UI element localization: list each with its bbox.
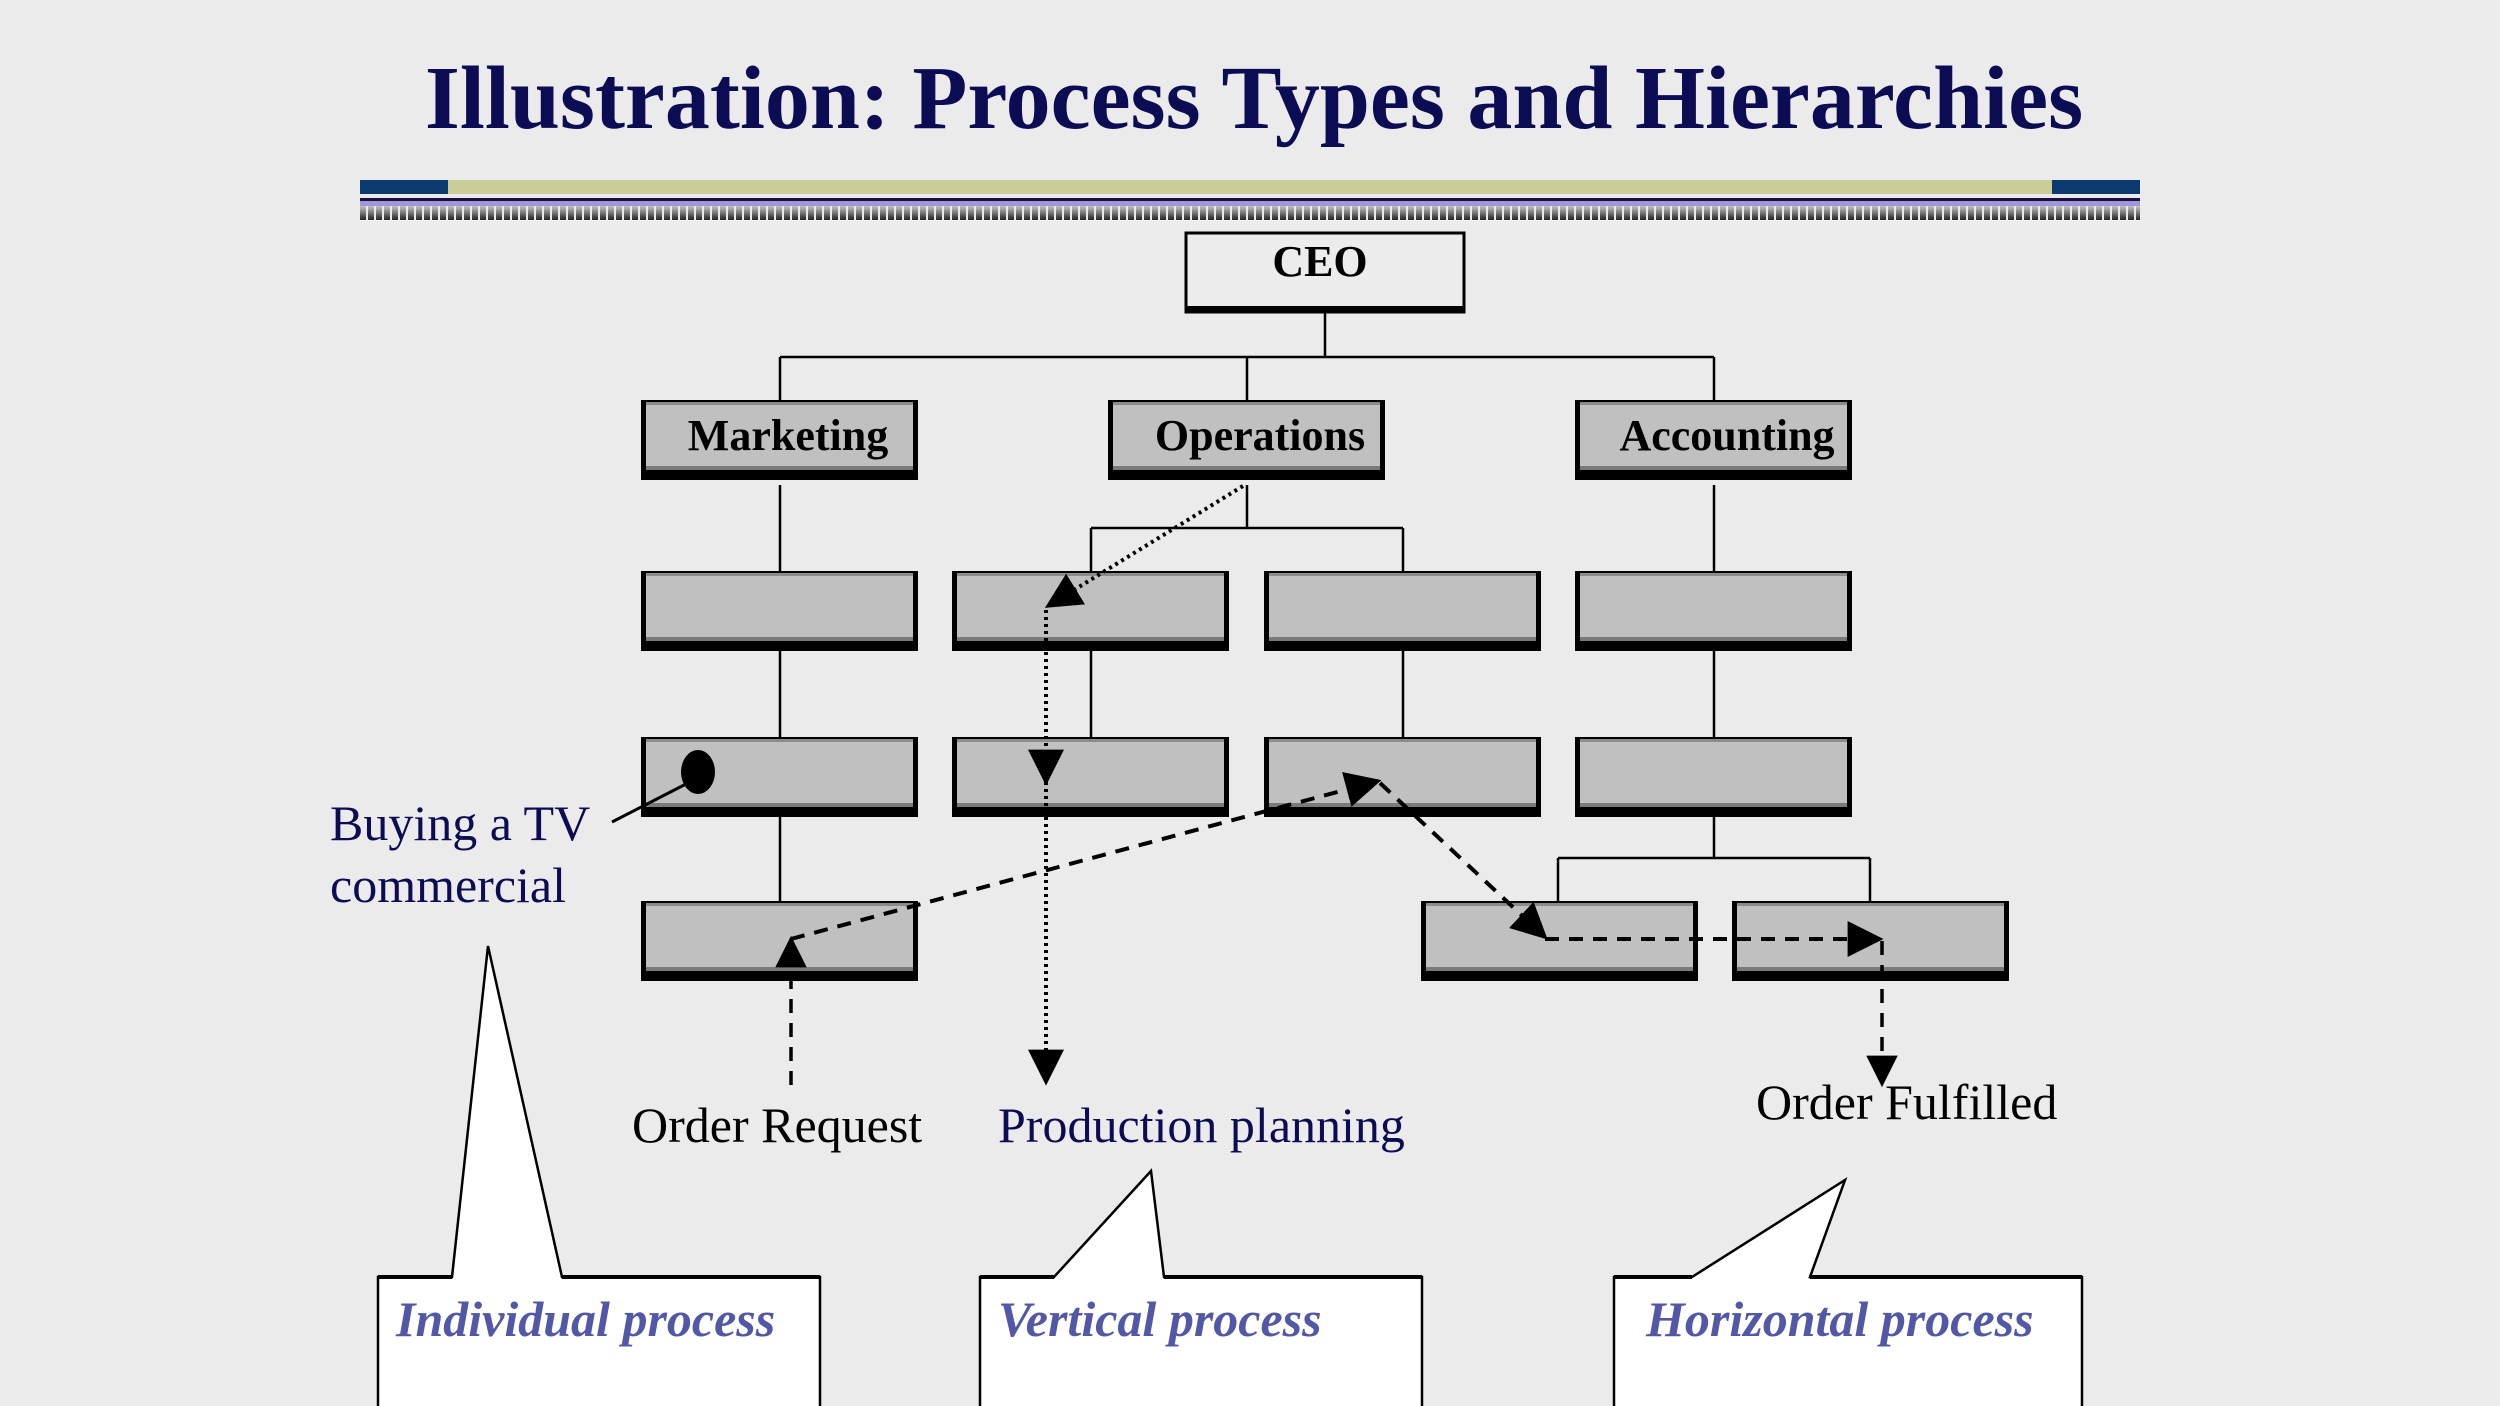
callout-vertical-label: Vertical process [998,1291,1322,1347]
box-accounting-l3[interactable] [1575,737,1852,817]
operations-label: Operations [1155,411,1365,460]
callout-individual-label: Individual process [395,1291,775,1347]
rule-lavender-line [360,201,2140,206]
tv-annotation-line1: Buying a TV [330,795,590,851]
rule-dark-line [360,198,2140,201]
ceo-box[interactable]: CEO [1184,231,1466,314]
rule-khaki-bar [360,180,2140,194]
rule-navy-right [2052,180,2140,194]
tv-annotation-line2: commercial [330,857,566,913]
title-rule [360,180,2140,221]
dot-icon [681,750,715,794]
rule-tick-strip [360,206,2140,221]
accounting-label: Accounting [1619,411,1834,460]
ceo-label: CEO [1272,237,1367,286]
box-operations-l2-b[interactable] [1264,571,1541,651]
order-fulfilled-label: Order Fulfilled [1756,1074,2057,1130]
box-marketing-l4[interactable] [641,901,918,981]
box-operations-l2-a[interactable] [952,571,1229,651]
box-accounting-l2[interactable] [1575,571,1852,651]
order-request-label: Order Request [632,1097,922,1153]
rule-navy-left [360,180,448,194]
slide-title: Illustration: Process Types and Hierarch… [425,49,2083,148]
box-accounting-l4-a[interactable] [1421,901,1698,981]
slide: Illustration: Process Types and Hierarch… [0,0,2500,1406]
production-planning-label: Production planning [998,1097,1405,1153]
box-marketing-l2[interactable] [641,571,918,651]
box-operations-l3-a[interactable] [952,737,1229,817]
marketing-label: Marketing [688,411,888,460]
callout-horizontal-label: Horizontal process [1645,1291,2034,1347]
